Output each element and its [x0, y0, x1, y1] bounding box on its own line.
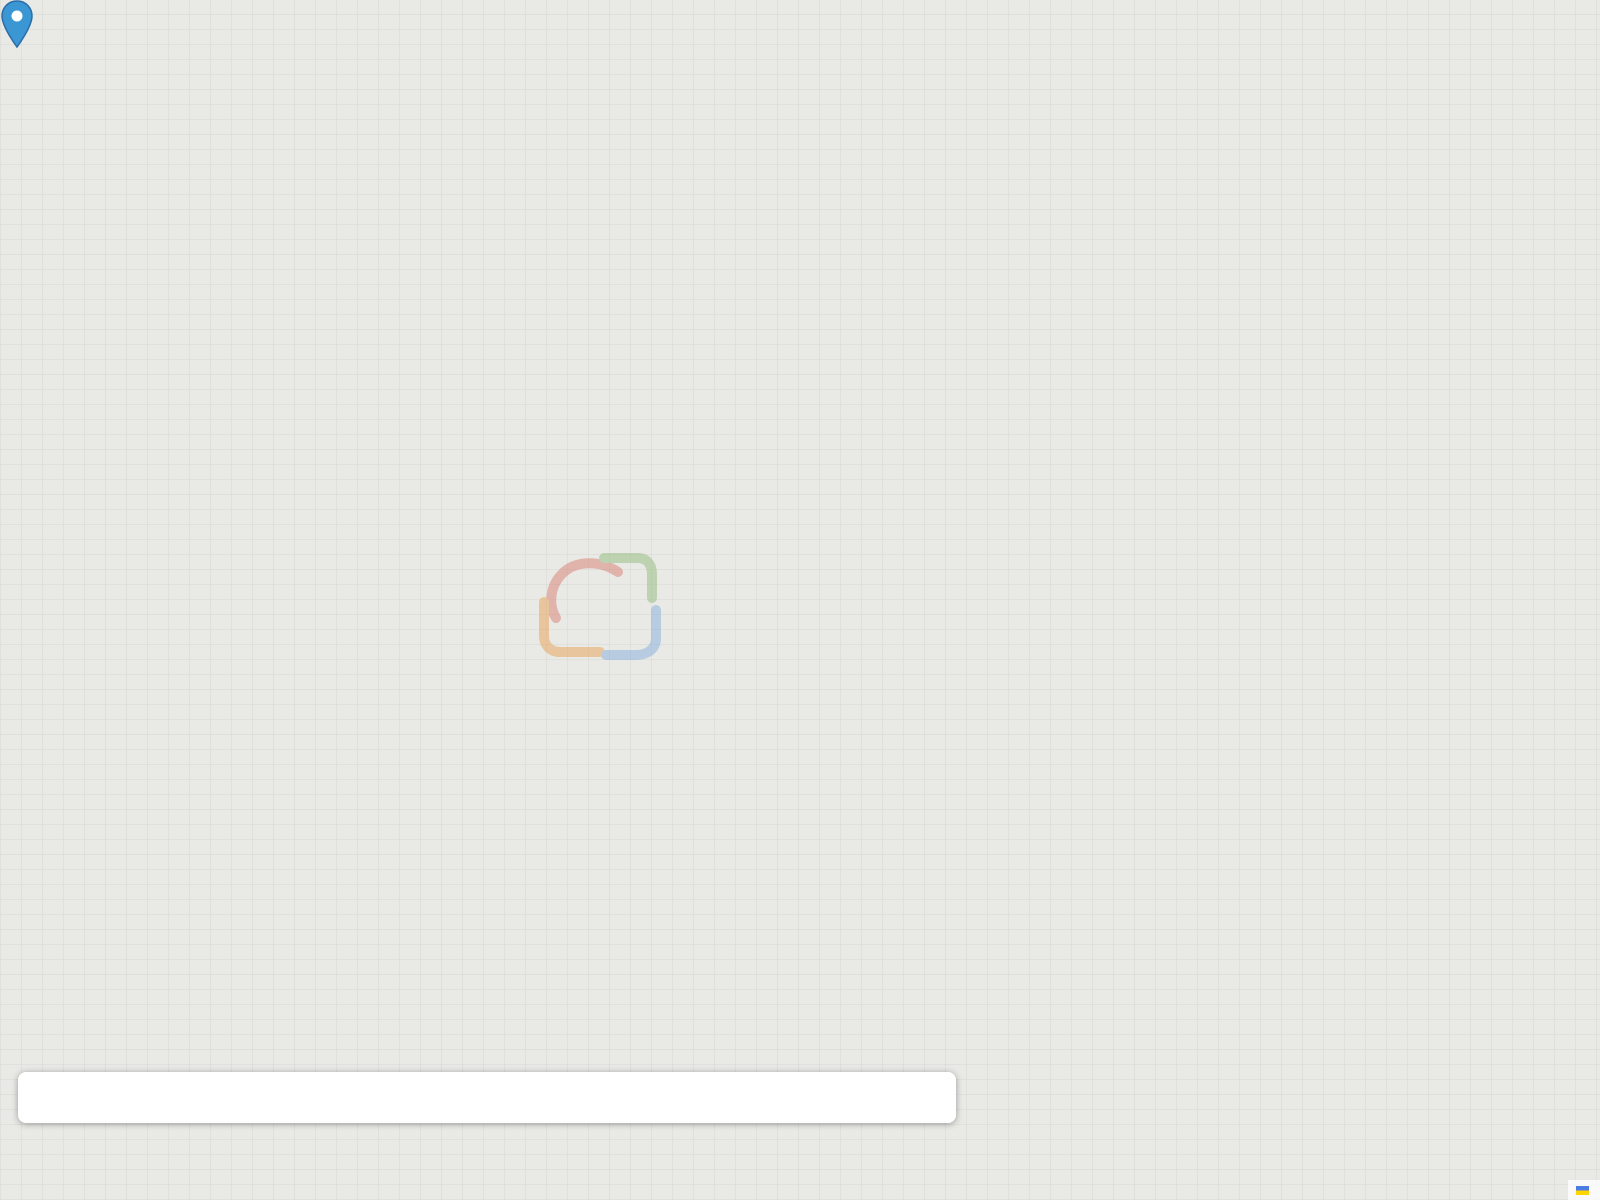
location-marker-pin[interactable]: [0, 0, 34, 55]
map-canvas[interactable]: [0, 0, 1600, 1200]
ukraine-flag-icon: [1576, 1186, 1589, 1195]
watermark-logo: [0, 0, 1600, 1200]
map-viewport: [0, 0, 1600, 1200]
flood-zones-legend: [18, 1072, 956, 1123]
leaflet-attribution: [1568, 1180, 1600, 1200]
